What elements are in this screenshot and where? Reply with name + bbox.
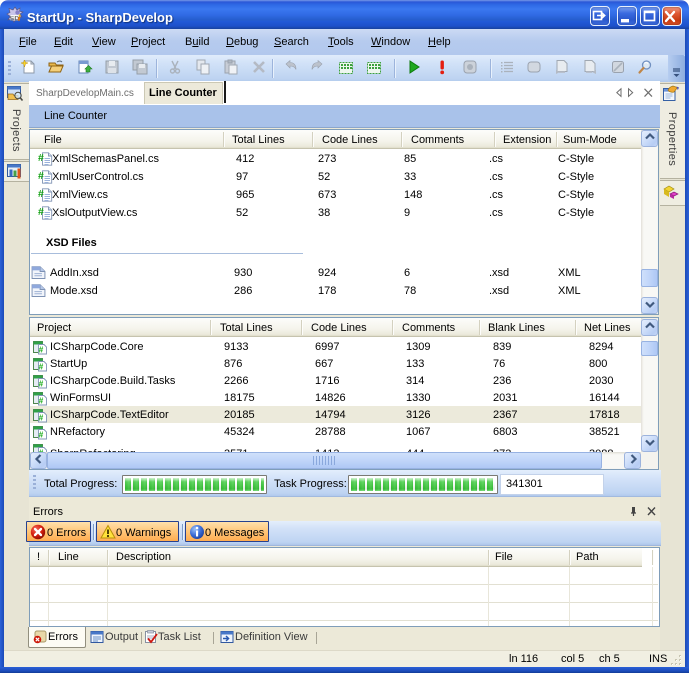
svg-text:SD: SD [10,16,19,23]
